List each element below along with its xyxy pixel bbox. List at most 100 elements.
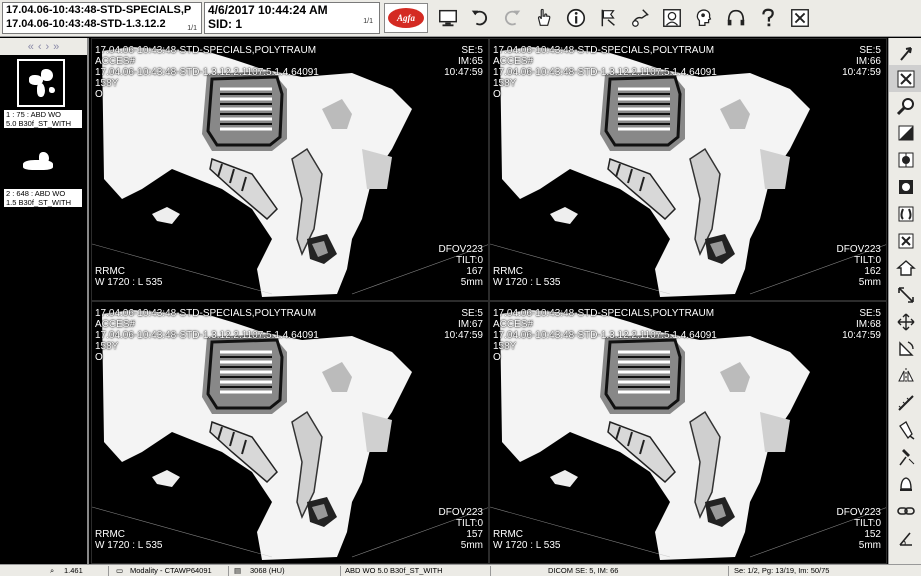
portrait-icon[interactable] <box>656 2 688 34</box>
series-info-overlay-line: 10:47:59 <box>444 67 483 78</box>
study-selector[interactable]: 17.04.06-10:43:48-STD-SPECIALS,P 17.04.0… <box>2 2 202 34</box>
slice-info-overlay-line: TILT:0 <box>455 255 483 266</box>
window-level-overlay-line: W 1720 : L 535 <box>493 540 561 551</box>
main-toolbar <box>432 2 816 35</box>
invert-icon[interactable] <box>889 173 921 200</box>
first-series-button[interactable]: « <box>28 41 34 53</box>
next-series-button[interactable]: › <box>46 41 50 53</box>
series-info-overlay-line: SE:5 <box>461 45 483 56</box>
series-info-overlay-line: SE:5 <box>859 45 881 56</box>
patient-info-overlay-line: 17.04.06-10:43:48-STD-1.3.12.2.1107.5.1.… <box>493 67 717 78</box>
help-icon[interactable] <box>752 2 784 34</box>
measure-icon[interactable] <box>889 389 921 416</box>
flag-icon[interactable] <box>592 2 624 34</box>
modality-status: Modality - CTAWP64091 <box>130 566 212 575</box>
slice-info-overlay-line: 152 <box>864 529 881 540</box>
slice-info-overlay-line: 167 <box>466 266 483 277</box>
last-series-button[interactable]: » <box>53 41 59 53</box>
patient-info-overlay-line: 17.04.06-10:43:48-STD-SPECIALS,POLYTRAUM <box>95 308 317 319</box>
slice-info-overlay-line: TILT:0 <box>455 518 483 529</box>
hand-pointer-icon[interactable] <box>528 2 560 34</box>
image-tile-3[interactable]: 17.04.06-10:43:48-STD-SPECIALS,POLYTRAUM… <box>91 301 489 564</box>
previous-series-button[interactable]: ‹ <box>38 41 42 53</box>
slice-info-overlay-line: 5mm <box>858 277 881 288</box>
slice-info-overlay-line: DFOV223 <box>438 244 483 255</box>
window-level-overlay-line: W 1720 : L 535 <box>95 540 163 551</box>
image-tile-1[interactable]: 17.04.06-10:43:48-STD-SPECIALS,POLYTRAUM… <box>91 38 489 301</box>
close-window-icon[interactable] <box>784 2 816 34</box>
patient-info-overlay-line: ACCES# <box>95 319 136 330</box>
contrast-icon[interactable] <box>889 146 921 173</box>
flip-icon[interactable] <box>889 362 921 389</box>
window-level-icon[interactable] <box>889 119 921 146</box>
slice-info-overlay-line: TILT:0 <box>853 518 881 529</box>
image-tile-2[interactable]: 17.04.06-10:43:48-STD-SPECIALS,POLYTRAUM… <box>489 38 887 301</box>
info-icon[interactable] <box>560 2 592 34</box>
slice-info-overlay-line: 5mm <box>858 540 881 551</box>
undo-icon[interactable] <box>464 2 496 34</box>
slice-info-overlay-line: 162 <box>864 266 881 277</box>
lung-window-icon[interactable] <box>889 200 921 227</box>
window-level-overlay: RRMC W 1720 : L 535 <box>95 529 162 551</box>
top-bar: 17.04.06-10:43:48-STD-SPECIALS,P 17.04.0… <box>0 0 921 37</box>
link-icon[interactable] <box>889 497 921 524</box>
thumbnail-caption-line-2: 5.0 B30f_ST_WITH <box>4 119 82 128</box>
series-info-overlay-line: 10:47:59 <box>444 330 483 341</box>
scroll-arrow-icon[interactable] <box>889 38 921 65</box>
agfa-logo: Agfa <box>384 3 428 33</box>
head-profile-icon[interactable] <box>688 2 720 34</box>
series-thumbnail[interactable]: 1 : 75 : ABD WO 5.0 B30f_ST_WITH <box>4 59 82 128</box>
patient-info-overlay-line: 17.04.06-10:43:48-STD-1.3.12.2.1107.5.1.… <box>95 67 319 78</box>
zoom-fit-icon[interactable] <box>889 65 921 92</box>
patient-info-overlay-line: ACCES# <box>95 56 136 67</box>
bell-icon[interactable] <box>889 470 921 497</box>
headphones-icon[interactable] <box>720 2 752 34</box>
window-level-overlay: RRMC W 1720 : L 535 <box>493 266 560 288</box>
series-info-overlay: SE:5 IM:67 10:47:59 <box>444 308 483 341</box>
series-info-overlay-line: IM:66 <box>855 56 881 67</box>
rotate-icon[interactable] <box>889 335 921 362</box>
date-page-counter: 1/1 <box>363 18 373 25</box>
thumbnail-caption-line-1: 2 : 648 : ABD WO <box>4 189 82 198</box>
slice-info-overlay: DFOV223 TILT:0 162 5mm <box>837 244 881 288</box>
redo-icon[interactable] <box>496 2 528 34</box>
angle-icon[interactable] <box>889 524 921 551</box>
pan-icon[interactable] <box>889 308 921 335</box>
series-thumbnail-panel: « ‹ › » 1 : 75 : ABD WO 5.0 B30f_ST_WITH… <box>0 38 89 564</box>
slice-info-overlay: DFOV223 TILT:0 152 5mm <box>837 507 881 551</box>
probe-icon[interactable] <box>889 443 921 470</box>
annotate-hand-icon[interactable] <box>624 2 656 34</box>
series-info-overlay: SE:5 IM:65 10:47:59 <box>444 45 483 78</box>
series-info-overlay: SE:5 IM:66 10:47:59 <box>842 45 881 78</box>
bone-window-icon[interactable] <box>889 227 921 254</box>
series-description: ABD WO 5.0 B30f_ST_WITH <box>345 566 443 575</box>
series-thumbnail[interactable]: 2 : 648 : ABD WO 1.5 B30f_ST_WITH <box>4 138 82 207</box>
study-page-counter: 1/1 <box>187 25 197 32</box>
patient-info-overlay-line: 17.04.06-10:43:48-STD-1.3.12.2.1107.5.1.… <box>493 330 717 341</box>
slice-info-overlay-line: 5mm <box>460 540 483 551</box>
resize-icon[interactable] <box>889 281 921 308</box>
home-window-icon[interactable] <box>889 254 921 281</box>
window-level-overlay-line: W 1720 : L 535 <box>95 277 163 288</box>
image-tile-4[interactable]: 17.04.06-10:43:48-STD-SPECIALS,POLYTRAUM… <box>489 301 887 564</box>
series-info-overlay-line: SE:5 <box>461 308 483 319</box>
status-bar: ⌕ 1.461 ▭ Modality - CTAWP64091 ▤ 3068 (… <box>0 564 921 576</box>
syringe-icon[interactable] <box>889 416 921 443</box>
patient-info-overlay-line: 17.04.06-10:43:48-STD-1.3.12.2.1107.5.1.… <box>95 330 319 341</box>
window-level-overlay: RRMC W 1720 : L 535 <box>95 266 162 288</box>
hu-status-icon: ▤ <box>234 566 242 575</box>
slice-info-overlay-line: 157 <box>466 529 483 540</box>
patient-info-overlay: 17.04.06-10:43:48-STD-SPECIALS,POLYTRAUM… <box>493 308 717 363</box>
patient-info-overlay-line: 158Y <box>493 341 517 352</box>
series-info-overlay-line: IM:65 <box>457 56 483 67</box>
monitor-icon[interactable] <box>432 2 464 34</box>
date-selector[interactable]: 4/6/2017 10:44:24 AM SID: 1 1/1 <box>204 2 380 34</box>
slice-info-overlay: DFOV223 TILT:0 167 5mm <box>439 244 483 288</box>
patient-info-overlay-line: O <box>493 352 501 363</box>
zoom-icon: ⌕ <box>50 566 55 575</box>
patient-info-overlay-line: O <box>95 352 103 363</box>
window-level-overlay-line: RRMC <box>95 266 125 277</box>
window-level-overlay-line: RRMC <box>95 529 125 540</box>
study-line-2: 17.04.06-10:43:48-STD-1.3.12.2 <box>6 18 166 30</box>
magnifier-icon[interactable] <box>889 92 921 119</box>
